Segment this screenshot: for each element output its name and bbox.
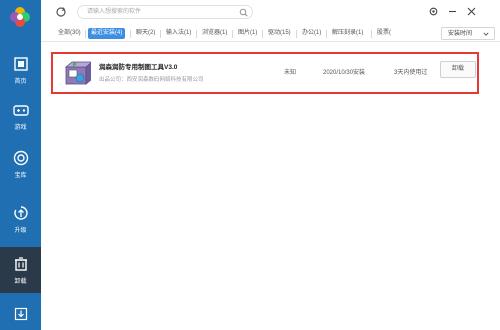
gamepad-icon bbox=[12, 101, 30, 119]
download-button[interactable] bbox=[0, 297, 41, 330]
close-icon bbox=[467, 7, 476, 16]
sidebar-item-upgrade[interactable]: 升级 bbox=[0, 196, 41, 242]
upgrade-icon bbox=[12, 204, 30, 222]
tab-all[interactable]: 全部(30) bbox=[55, 28, 84, 39]
sort-label: 安装时间 bbox=[448, 31, 473, 37]
search-input[interactable]: 请输入想搜索的软件 bbox=[77, 5, 253, 19]
tab-input[interactable]: 输入法(1) bbox=[163, 28, 194, 39]
tab-divider bbox=[85, 30, 86, 38]
tab-divider bbox=[326, 30, 327, 38]
minimize-button[interactable] bbox=[447, 6, 458, 17]
tab-divider bbox=[371, 30, 372, 38]
home-icon bbox=[12, 55, 30, 73]
install-date: 2020/10/30安装 bbox=[323, 70, 366, 76]
list-item[interactable]: 润森润防专用制图工具V3.0 出品公司：西安润森数码网络科技有限公司 未知 20… bbox=[51, 52, 479, 94]
tab-divider bbox=[160, 30, 161, 38]
tab-divider bbox=[262, 30, 263, 38]
usage-status: 3天内使用过 bbox=[394, 70, 428, 76]
search-placeholder: 请输入想搜索的软件 bbox=[87, 9, 142, 15]
sidebar: 首页 游戏 宝库 升级 卸载 bbox=[0, 0, 41, 330]
tab-stocks[interactable]: 股票( bbox=[374, 28, 394, 39]
tab-drivers[interactable]: 驱动(15) bbox=[265, 28, 294, 39]
treasure-icon bbox=[12, 149, 30, 167]
tab-divider bbox=[232, 30, 233, 38]
trash-icon bbox=[12, 255, 30, 273]
tab-browser[interactable]: 浏览器(1) bbox=[199, 28, 230, 39]
app-logo-icon bbox=[10, 7, 30, 27]
installer-package-icon bbox=[64, 61, 91, 85]
minimize-icon bbox=[449, 10, 456, 13]
sidebar-item-label: 首页 bbox=[14, 79, 27, 85]
search-icon[interactable] bbox=[239, 8, 248, 17]
tab-chat[interactable]: 聊天(2) bbox=[133, 28, 158, 39]
sidebar-item-treasure[interactable]: 宝库 bbox=[0, 141, 41, 187]
sidebar-item-label: 升级 bbox=[14, 228, 27, 234]
sidebar-item-uninstall[interactable]: 卸载 bbox=[0, 247, 41, 293]
tab-office[interactable]: 办公(1) bbox=[299, 28, 324, 39]
app-name: 润森润防专用制图工具V3.0 bbox=[99, 64, 178, 71]
sidebar-item-home[interactable]: 首页 bbox=[0, 47, 41, 93]
sort-dropdown[interactable]: 安装时间 bbox=[441, 27, 495, 40]
app-publisher: 出品公司：西安润森数码网络科技有限公司 bbox=[99, 77, 204, 83]
tab-divider bbox=[296, 30, 297, 38]
close-button[interactable] bbox=[466, 6, 477, 17]
top-bar: 请输入想搜索的软件 bbox=[41, 0, 500, 24]
tab-divider bbox=[196, 30, 197, 38]
chevron-down-icon bbox=[483, 32, 489, 36]
sidebar-item-games[interactable]: 游戏 bbox=[0, 93, 41, 139]
download-icon bbox=[14, 307, 27, 320]
sidebar-item-label: 卸载 bbox=[14, 279, 27, 285]
tab-recent[interactable]: 最近安装(4) bbox=[88, 28, 126, 39]
tab-compress[interactable]: 解压刻录(1) bbox=[329, 28, 366, 39]
sidebar-item-label: 宝库 bbox=[14, 173, 27, 179]
gear-icon bbox=[429, 7, 438, 16]
sidebar-item-label: 游戏 bbox=[14, 125, 27, 131]
software-list: 润森润防专用制图工具V3.0 出品公司：西安润森数码网络科技有限公司 未知 20… bbox=[41, 43, 500, 330]
tab-divider bbox=[130, 30, 131, 38]
app-size: 未知 bbox=[284, 70, 297, 76]
refresh-icon[interactable] bbox=[55, 6, 67, 18]
settings-button[interactable] bbox=[428, 6, 439, 17]
category-tabs: 全部(30) 最近安装(4) 聊天(2) 输入法(1) 浏览器(1) 图片(1)… bbox=[41, 24, 500, 42]
tab-images[interactable]: 图片(1) bbox=[235, 28, 260, 39]
uninstall-button[interactable]: 卸载 bbox=[440, 61, 476, 78]
